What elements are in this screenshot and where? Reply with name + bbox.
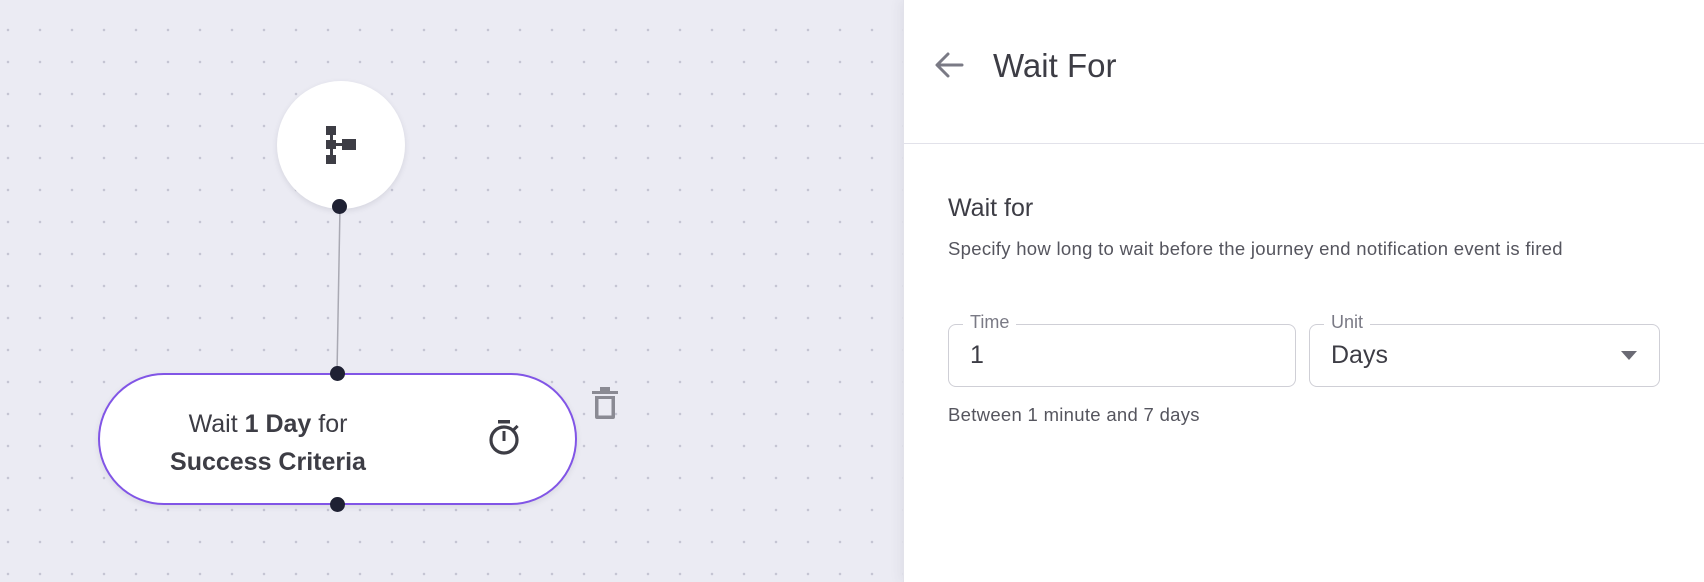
time-input[interactable]: 1 — [970, 341, 984, 370]
wait-target: Success Criteria — [170, 448, 366, 476]
wait-for-panel: Wait For Wait for Specify how long to wa… — [903, 0, 1704, 582]
journey-tree-icon — [326, 126, 356, 164]
start-node[interactable] — [277, 81, 405, 209]
wait-duration: 1 Day — [244, 410, 312, 438]
section-description: Specify how long to wait before the jour… — [948, 238, 1563, 259]
journey-editor: Wait 1 Day for Success Criteria Wait For — [0, 0, 1704, 582]
back-arrow-icon[interactable] — [934, 50, 964, 80]
page-title: Wait For — [993, 47, 1117, 84]
panel-header: Wait For — [904, 0, 1704, 144]
helper-text: Between 1 minute and 7 days — [948, 404, 1200, 425]
wait-prefix: Wait — [188, 410, 245, 438]
stopwatch-icon — [489, 420, 519, 455]
trash-icon[interactable] — [592, 387, 618, 419]
start-node-output-port[interactable] — [332, 199, 347, 214]
wait-node-label: Wait 1 Day for Success Criteria — [150, 405, 386, 481]
section-title: Wait for — [948, 194, 1034, 222]
unit-field-label: Unit — [1324, 312, 1371, 333]
time-field[interactable]: Time 1 — [948, 312, 1296, 387]
wait-node-input-port[interactable] — [330, 366, 345, 381]
unit-select-value: Days — [1331, 341, 1388, 369]
wait-node-output-port[interactable] — [330, 497, 345, 512]
journey-canvas[interactable]: Wait 1 Day for Success Criteria — [0, 0, 903, 582]
unit-select[interactable]: Unit Days — [1309, 312, 1660, 387]
caret-down-icon[interactable] — [1621, 351, 1637, 360]
wait-middle: for — [311, 410, 348, 438]
time-field-label: Time — [963, 312, 1017, 333]
wait-node[interactable]: Wait 1 Day for Success Criteria — [98, 373, 577, 505]
